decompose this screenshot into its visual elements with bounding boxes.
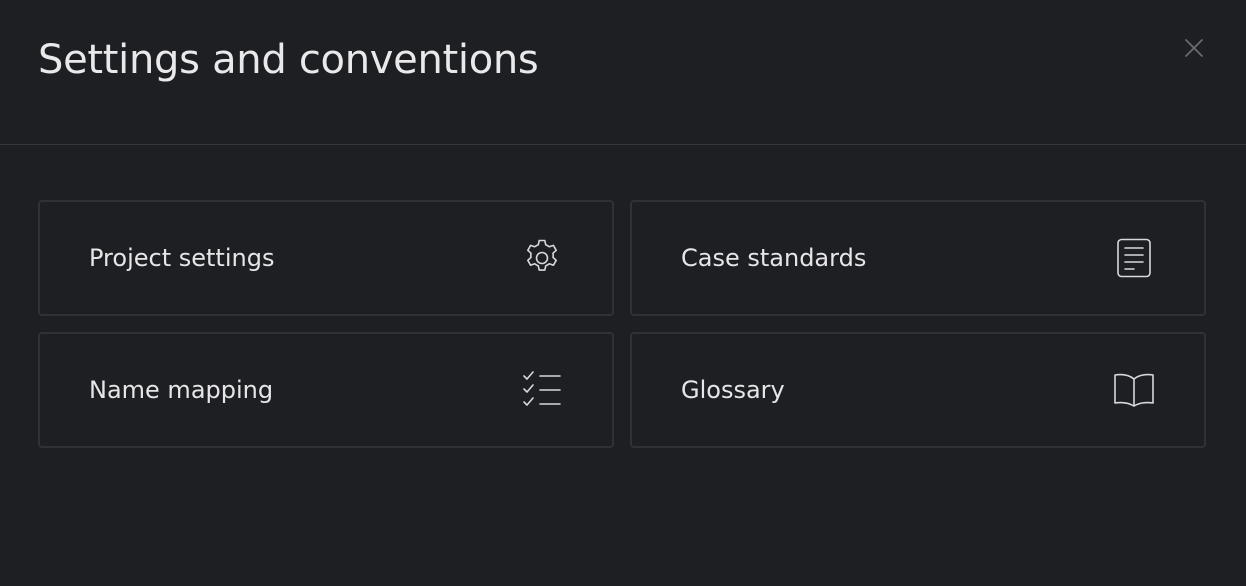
project-settings-label: Project settings	[89, 244, 275, 272]
glossary-card[interactable]: Glossary	[630, 332, 1206, 448]
dialog-title: Settings and conventions	[38, 37, 539, 83]
project-settings-card[interactable]: Project settings	[38, 200, 614, 316]
dialog-header: Settings and conventions	[0, 0, 1246, 145]
glossary-label: Glossary	[681, 376, 785, 404]
checklist-icon	[522, 370, 562, 410]
settings-dialog: Settings and conventions Project setting…	[0, 0, 1246, 586]
close-icon	[1184, 38, 1204, 62]
settings-options-grid: Project settings Case standards Name map…	[38, 200, 1206, 448]
document-icon	[1114, 238, 1154, 278]
close-button[interactable]	[1182, 38, 1206, 62]
gear-icon	[522, 238, 562, 278]
case-standards-card[interactable]: Case standards	[630, 200, 1206, 316]
name-mapping-label: Name mapping	[89, 376, 274, 404]
case-standards-label: Case standards	[681, 244, 867, 272]
name-mapping-card[interactable]: Name mapping	[38, 332, 614, 448]
book-icon	[1114, 370, 1154, 410]
